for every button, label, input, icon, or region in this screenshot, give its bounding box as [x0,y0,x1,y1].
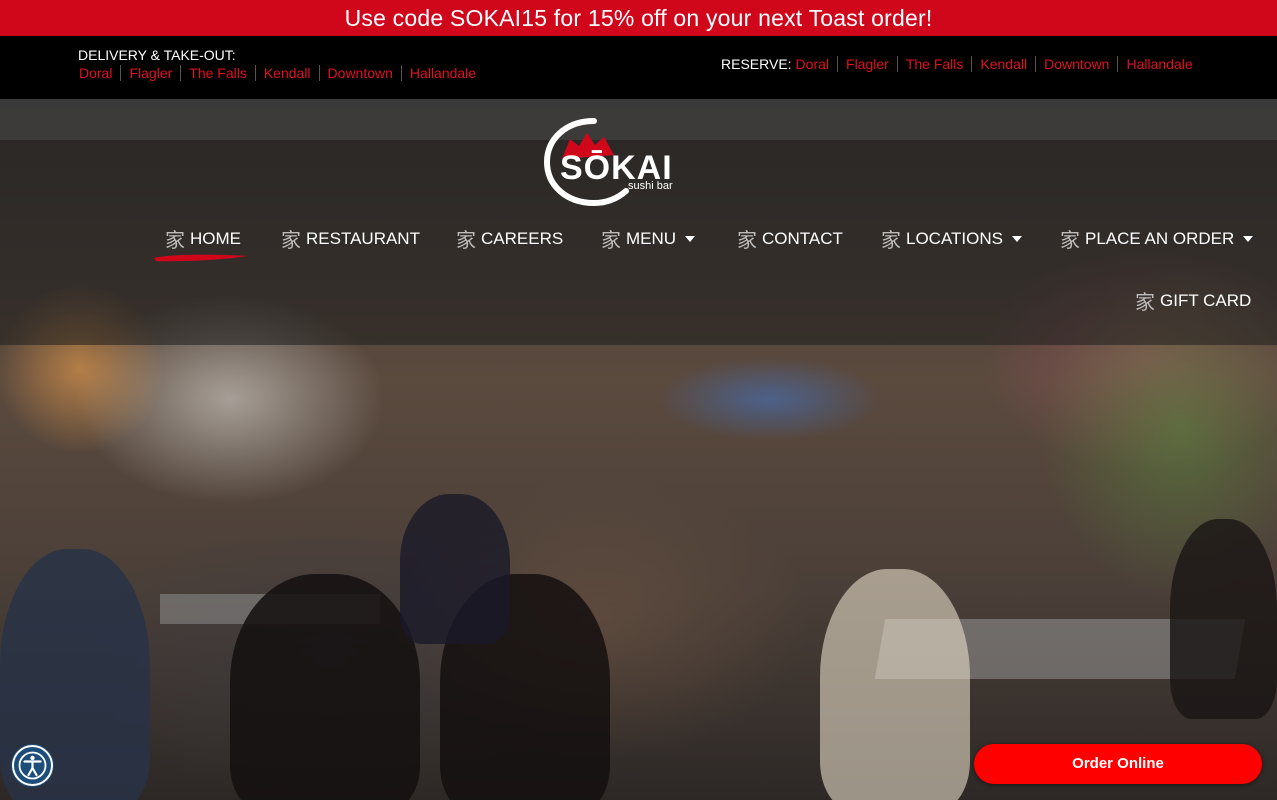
chevron-down-icon [685,235,696,242]
reserve-link-hallandale[interactable]: Hallandale [1117,56,1200,72]
chevron-down-icon [1011,235,1022,242]
delivery-link-flagler[interactable]: Flagler [120,65,180,81]
active-brush-underline [154,254,248,262]
locations-bar: DELIVERY & TAKE-OUT: Doral Flagler The F… [0,36,1277,99]
nav-home[interactable]: 家 HOME [165,224,241,253]
sokai-logo-icon: SŌKAI sushi bar [543,118,673,207]
delivery-link-kendall[interactable]: Kendall [254,65,319,81]
house-kanji-icon: 家 [1060,228,1080,252]
reserve-links: Doral Flagler The Falls Kendall Downtown… [795,56,1201,72]
house-kanji-icon: 家 [601,228,621,252]
hero-person [230,574,420,800]
order-online-button[interactable]: Order Online [974,744,1262,784]
nav-label: MENU [626,228,677,248]
delivery-link-the-falls[interactable]: The Falls [180,65,255,81]
delivery-title: DELIVERY & TAKE-OUT: [78,47,236,63]
house-kanji-icon: 家 [281,228,301,252]
promo-banner[interactable]: Use code SOKAI15 for 15% off on your nex… [0,0,1277,36]
house-kanji-icon: 家 [1135,290,1155,314]
promo-text: Use code SOKAI15 for 15% off on your nex… [344,5,933,31]
house-kanji-icon: 家 [456,228,476,252]
nav-label: CAREERS [481,228,564,248]
reserve-link-downtown[interactable]: Downtown [1035,56,1117,72]
delivery-group: DELIVERY & TAKE-OUT: Doral Flagler The F… [78,47,484,81]
sokai-logo[interactable]: SŌKAI sushi bar [543,115,684,207]
accessibility-icon [18,751,47,780]
reserve-group: RESERVE: Doral Flagler The Falls Kendall… [721,56,1201,72]
delivery-link-hallandale[interactable]: Hallandale [400,65,484,81]
nav-label: GIFT CARD [1160,290,1252,310]
nav-contact[interactable]: 家 CONTACT [737,224,843,253]
hero-person [400,494,510,644]
reserve-link-kendall[interactable]: Kendall [971,56,1035,72]
reserve-link-doral[interactable]: Doral [795,56,837,72]
house-kanji-icon: 家 [737,228,757,252]
nav-label: HOME [190,228,241,248]
hero-image: SŌKAI sushi bar 家 HOME 家 RESTAURANT 家 CA… [0,99,1277,800]
chevron-down-icon [1243,235,1254,242]
accessibility-button[interactable] [12,745,53,786]
delivery-link-doral[interactable]: Doral [78,65,120,81]
nav-label: PLACE AN ORDER [1085,228,1235,248]
house-kanji-icon: 家 [881,228,901,252]
nav-label: CONTACT [762,228,843,248]
nav-place-an-order[interactable]: 家 PLACE AN ORDER [1060,224,1254,253]
nav-careers[interactable]: 家 CAREERS [456,224,563,253]
house-kanji-icon: 家 [165,228,185,252]
delivery-link-downtown[interactable]: Downtown [318,65,401,81]
reserve-title: RESERVE: [721,56,792,72]
reserve-link-flagler[interactable]: Flagler [837,56,897,72]
delivery-links: Doral Flagler The Falls Kendall Downtown… [78,65,484,81]
logo-tagline: sushi bar [628,180,673,192]
nav-menu[interactable]: 家 MENU [601,224,696,253]
nav-label: RESTAURANT [306,228,420,248]
nav-locations[interactable]: 家 LOCATIONS [881,224,1022,253]
nav-gift-card[interactable]: 家 GIFT CARD [1135,286,1251,315]
hero-person [1170,519,1277,719]
reserve-link-the-falls[interactable]: The Falls [896,56,972,72]
hero-person [820,569,970,800]
nav-restaurant[interactable]: 家 RESTAURANT [281,224,420,253]
nav-label: LOCATIONS [906,228,1003,248]
